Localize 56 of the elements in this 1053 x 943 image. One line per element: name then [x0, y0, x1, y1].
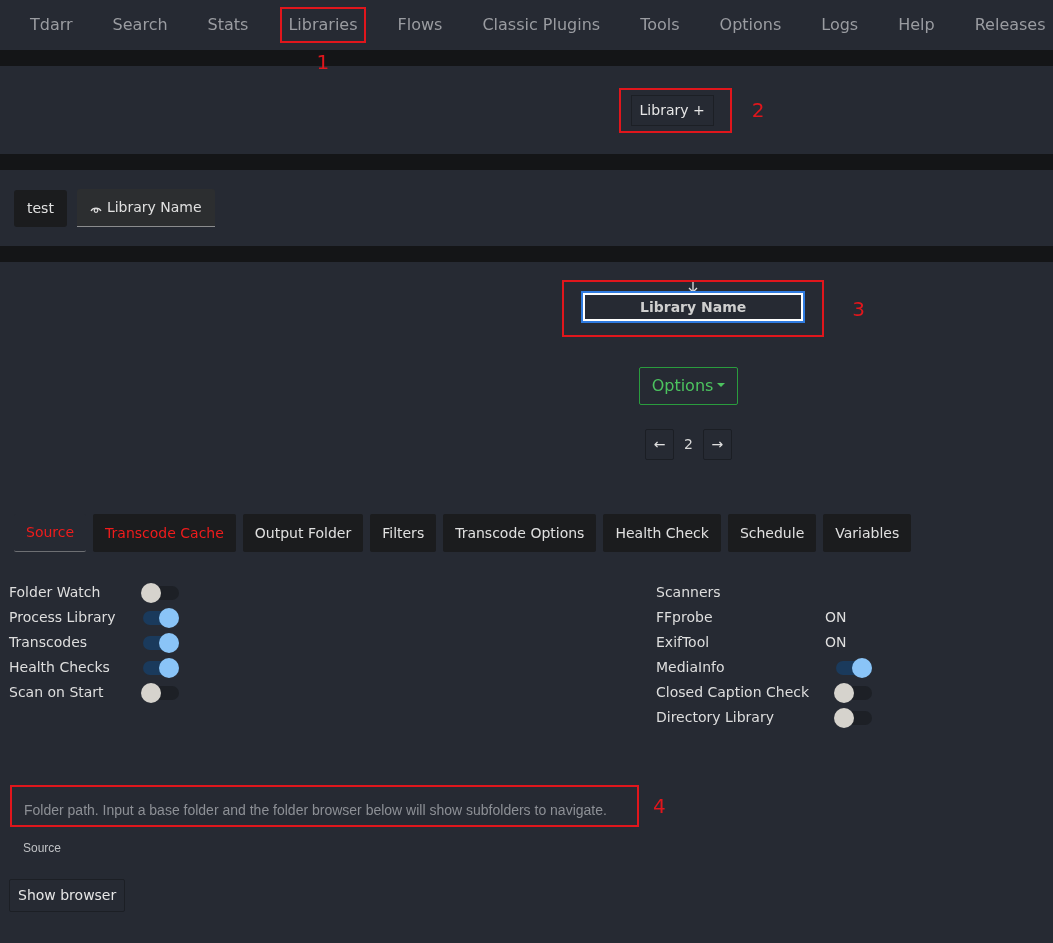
toggle-switch[interactable] [141, 631, 179, 654]
settings-tab[interactable]: Output Folder [242, 514, 364, 552]
add-library-button[interactable]: Library + [630, 94, 714, 126]
toggle-switch[interactable] [141, 681, 179, 704]
nav-link[interactable]: Classic Plugins [482, 13, 601, 37]
nav-link[interactable]: Help [898, 13, 935, 37]
nav-link[interactable]: Flows [397, 13, 443, 37]
nav-link[interactable]: Tools [640, 13, 680, 37]
options-dropdown-button[interactable]: Options [638, 367, 739, 405]
settings-tab[interactable]: Variables [823, 514, 912, 552]
library-name-field[interactable]: Library Name [583, 293, 804, 321]
nav-link[interactable]: Tdarr [30, 13, 73, 37]
setting-value: ON [825, 633, 847, 652]
nav-link[interactable]: Options [719, 13, 782, 37]
setting-label: ExifTool [656, 633, 711, 652]
callout-number: 2 [751, 100, 765, 120]
setting-label: Scan on Start [9, 683, 105, 702]
library-tab[interactable]: Library Name [76, 189, 215, 227]
nav-link[interactable]: Libraries [288, 13, 358, 37]
caret-icon [717, 382, 726, 387]
folder-path-field[interactable]: Folder path. Input a base folder and the folder browser below will show subfolders to navigate. [12, 787, 637, 825]
setting-value: ON [825, 608, 847, 627]
section-heading: Scanners [656, 583, 722, 602]
toggle-switch[interactable] [834, 681, 872, 704]
nav-link[interactable]: Search [112, 13, 168, 37]
show-browser-button[interactable]: Show browser [9, 879, 126, 912]
toggle-switch[interactable] [834, 706, 872, 729]
library-tab[interactable]: test [14, 189, 67, 227]
toggle-switch[interactable] [141, 606, 179, 629]
setting-label: Folder Watch [9, 583, 102, 602]
setting-label: Health Checks [9, 658, 111, 677]
settings-tab[interactable]: Schedule [727, 514, 817, 552]
next-page-button[interactable]: → [702, 429, 732, 460]
arrow-down-icon [688, 282, 699, 293]
field-label: Source [22, 840, 63, 857]
page-number: 2 [684, 435, 693, 454]
setting-label: Transcodes [9, 633, 89, 652]
nav-link[interactable]: Logs [821, 13, 859, 37]
setting-label: MediaInfo [656, 658, 726, 677]
nav-link[interactable]: Stats [207, 13, 249, 37]
setting-label: Process Library [9, 608, 117, 627]
settings-tab[interactable]: Transcode Cache [93, 514, 236, 552]
toggle-switch[interactable] [834, 656, 872, 679]
setting-label: FFprobe [656, 608, 714, 627]
callout-number: 3 [852, 298, 865, 319]
settings-tab[interactable]: Transcode Options [443, 514, 597, 552]
toggle-switch[interactable] [141, 656, 179, 679]
callout-number: 4 [653, 796, 666, 816]
nav-link[interactable]: Releases [974, 13, 1046, 37]
toggle-switch[interactable] [141, 581, 179, 604]
setting-label: Closed Caption Check [656, 683, 811, 702]
previous-page-button[interactable]: ← [645, 429, 675, 460]
settings-tab[interactable]: Health Check [603, 514, 721, 552]
setting-label: Directory Library [656, 708, 775, 727]
settings-tab[interactable]: Filters [370, 514, 437, 552]
callout-number: 1 [316, 52, 330, 72]
